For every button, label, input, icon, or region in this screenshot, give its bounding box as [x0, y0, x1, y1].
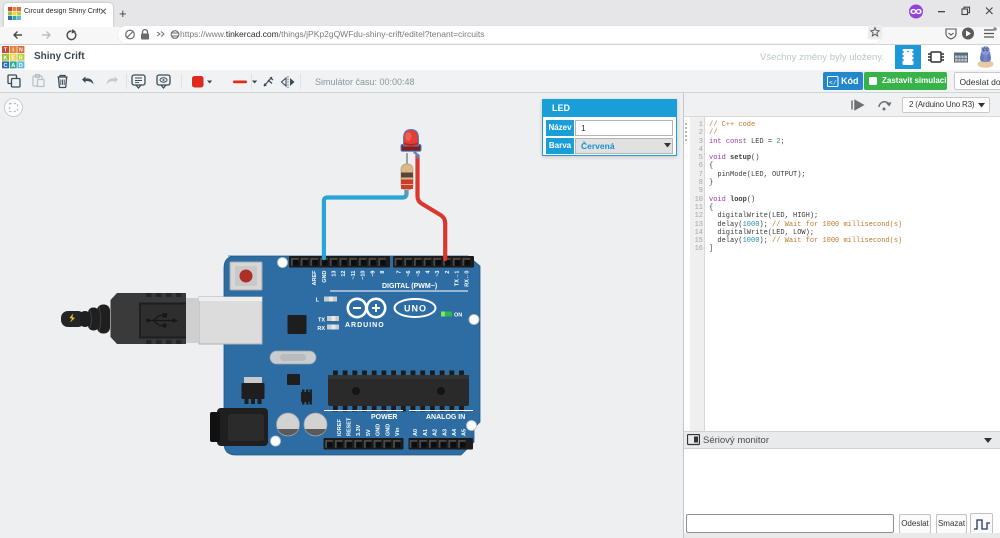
- svg-text:GND: GND: [376, 424, 382, 436]
- svg-text:ON: ON: [454, 313, 462, 319]
- svg-text:13: 13: [332, 271, 338, 277]
- svg-text:</: </: [829, 79, 837, 86]
- svg-text:~5: ~5: [416, 271, 422, 277]
- svg-text:A: A: [11, 63, 15, 69]
- svg-text:12: 12: [341, 271, 347, 277]
- svg-text:A5: A5: [462, 429, 468, 436]
- svg-text:5V: 5V: [366, 429, 372, 436]
- svg-text:3.3V: 3.3V: [356, 424, 362, 436]
- svg-text:RX←0: RX←0: [464, 271, 470, 287]
- svg-text:ANALOG IN: ANALOG IN: [426, 414, 465, 421]
- svg-text:~3: ~3: [435, 271, 441, 277]
- svg-text:2: 2: [445, 271, 451, 274]
- svg-text:A1: A1: [423, 429, 429, 436]
- svg-text:RX: RX: [317, 326, 325, 332]
- svg-text:RESET: RESET: [347, 417, 353, 436]
- svg-text:C: C: [4, 63, 8, 69]
- svg-text:7: 7: [396, 271, 402, 274]
- svg-text:R: R: [19, 55, 23, 61]
- svg-text:A2: A2: [433, 429, 439, 436]
- svg-text:IOREF: IOREF: [337, 419, 343, 436]
- svg-text:~10: ~10: [361, 271, 367, 280]
- svg-text:TX→1: TX→1: [455, 271, 461, 287]
- svg-text:DIGITAL (PWM~): DIGITAL (PWM~): [382, 283, 437, 290]
- svg-text:TX: TX: [318, 318, 325, 324]
- svg-text:~6: ~6: [406, 271, 412, 277]
- svg-text:~11: ~11: [351, 271, 357, 280]
- svg-text:Vin: Vin: [395, 427, 401, 436]
- svg-text:A3: A3: [442, 429, 448, 436]
- svg-text:K: K: [4, 55, 8, 61]
- svg-text:D: D: [19, 63, 23, 69]
- svg-text:GND: GND: [322, 270, 328, 282]
- svg-text:A4: A4: [452, 428, 458, 436]
- svg-text:POWER: POWER: [371, 414, 397, 421]
- svg-text:ARDUINO: ARDUINO: [345, 322, 385, 329]
- svg-text:~9: ~9: [370, 271, 376, 277]
- svg-text:N: N: [19, 48, 23, 54]
- svg-text:A0: A0: [413, 429, 419, 436]
- svg-text:GND: GND: [385, 424, 391, 436]
- svg-text:UNO: UNO: [404, 304, 427, 314]
- svg-text:8: 8: [380, 271, 386, 274]
- svg-text:AREF: AREF: [312, 270, 318, 286]
- svg-text:E: E: [11, 55, 15, 61]
